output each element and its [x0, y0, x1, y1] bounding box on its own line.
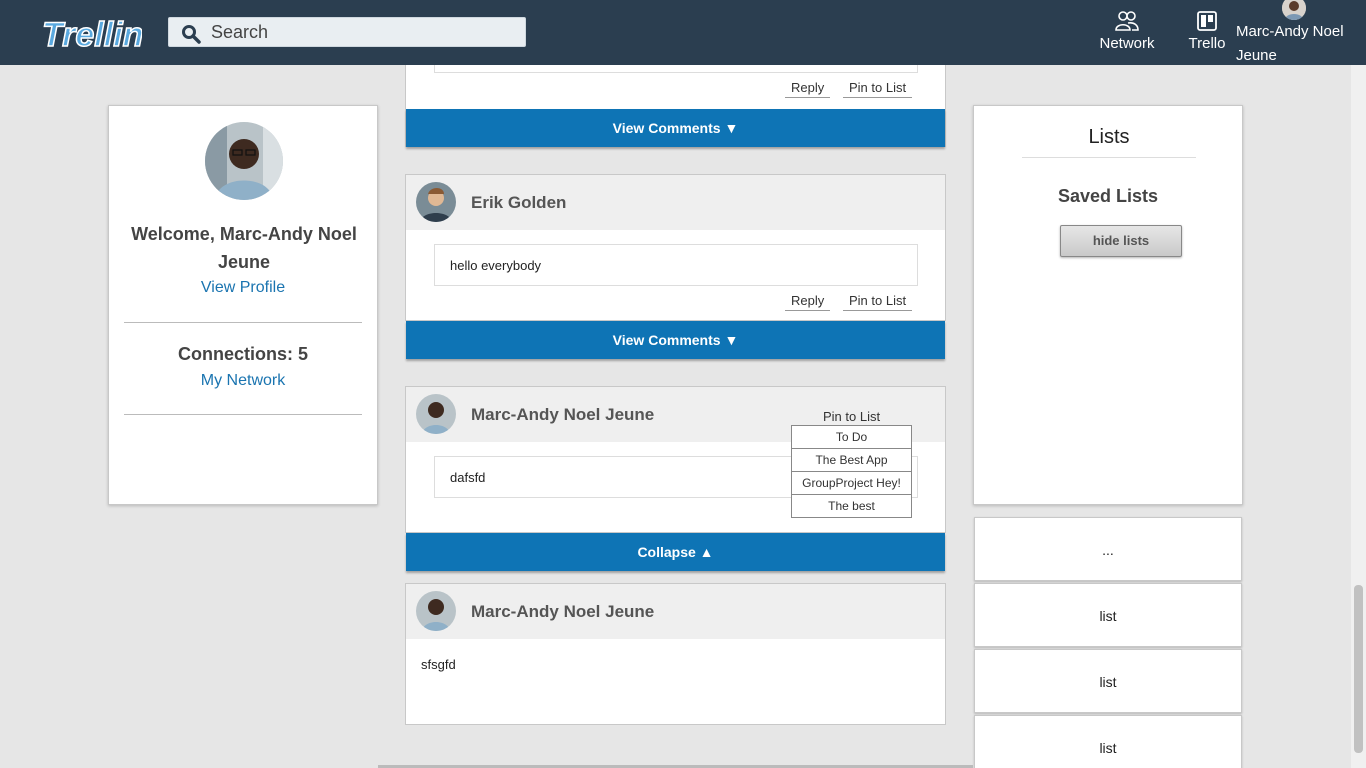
post-header: Marc-Andy Noel Jeune — [406, 584, 945, 639]
my-network-link[interactable]: My Network — [109, 372, 377, 390]
view-comments-button[interactable]: View Comments ▼ — [406, 321, 945, 359]
dropdown-option[interactable]: The Best App — [791, 448, 912, 472]
trello-icon — [1197, 11, 1217, 31]
dropdown-option[interactable]: To Do — [791, 425, 912, 449]
view-comments-button[interactable]: View Comments ▼ — [406, 109, 945, 147]
trellin-logo[interactable]: Trellin — [40, 14, 142, 54]
connections-count: Connections: 5 — [177, 344, 308, 364]
post-card: Marc-Andy Noel Jeune sfsgfd — [405, 583, 946, 725]
reply-button[interactable]: Reply — [785, 80, 831, 98]
post-body: sfsgfd — [421, 657, 456, 672]
author-avatar[interactable] — [416, 182, 456, 222]
pin-list-dropdown: To Do The Best App GroupProject Hey! The… — [791, 425, 912, 518]
collapse-button[interactable]: Collapse ▲ — [406, 533, 945, 571]
pin-to-list-button[interactable]: Pin to List — [843, 80, 913, 98]
user-avatar — [1282, 0, 1306, 20]
post-card: Erik Golden hello everybody Reply Pin to… — [405, 174, 946, 321]
nav-trello-label: Trello — [1188, 35, 1226, 52]
post-author[interactable]: Marc-Andy Noel Jeune — [471, 602, 654, 622]
search-icon — [182, 25, 201, 44]
hide-lists-button[interactable]: hide lists — [1060, 225, 1182, 257]
profile-avatar — [205, 122, 283, 200]
reply-button[interactable]: Reply — [785, 293, 831, 311]
pin-to-list-button[interactable]: Pin to List — [843, 293, 913, 311]
post-author[interactable]: Erik Golden — [471, 193, 566, 213]
list-item[interactable]: list — [974, 583, 1242, 647]
view-profile-link[interactable]: View Profile — [109, 279, 377, 297]
network-icon — [1115, 11, 1139, 31]
nav-user-name: Marc-Andy Noel Jeune — [1236, 23, 1344, 64]
dropdown-option[interactable]: The best — [791, 494, 912, 518]
list-item[interactable]: ... — [974, 517, 1242, 581]
author-avatar[interactable] — [416, 591, 456, 631]
author-avatar[interactable] — [416, 394, 456, 434]
svg-text:Trellin: Trellin — [42, 16, 142, 54]
welcome-message: Welcome, Marc-Andy Noel Jeune — [131, 224, 357, 272]
profile-card: Welcome, Marc-Andy Noel Jeune View Profi… — [108, 105, 378, 505]
profile-divider — [124, 414, 362, 415]
lists-title: Lists — [1022, 126, 1196, 158]
top-navbar: Trellin Network Trello Marc-Andy Noel Je… — [0, 0, 1366, 65]
page-scrollbar[interactable] — [1351, 65, 1366, 768]
nav-network[interactable]: Network — [1094, 8, 1160, 52]
search-input[interactable] — [211, 18, 511, 46]
post-author[interactable]: Marc-Andy Noel Jeune — [471, 405, 654, 425]
profile-divider — [124, 322, 362, 323]
post-body: hello everybody — [434, 244, 918, 286]
list-item[interactable]: list — [974, 715, 1242, 768]
nav-trello[interactable]: Trello — [1184, 8, 1230, 52]
dropdown-option[interactable]: GroupProject Hey! — [791, 471, 912, 495]
scrollbar-thumb[interactable] — [1354, 585, 1363, 753]
saved-lists-title: Saved Lists — [1057, 186, 1159, 206]
search-box[interactable] — [168, 17, 526, 47]
post-header: Erik Golden — [406, 175, 945, 230]
lists-panel: Lists Saved Lists hide lists — [973, 105, 1243, 505]
nav-network-label: Network — [1099, 35, 1155, 52]
list-item[interactable]: list — [974, 649, 1242, 713]
